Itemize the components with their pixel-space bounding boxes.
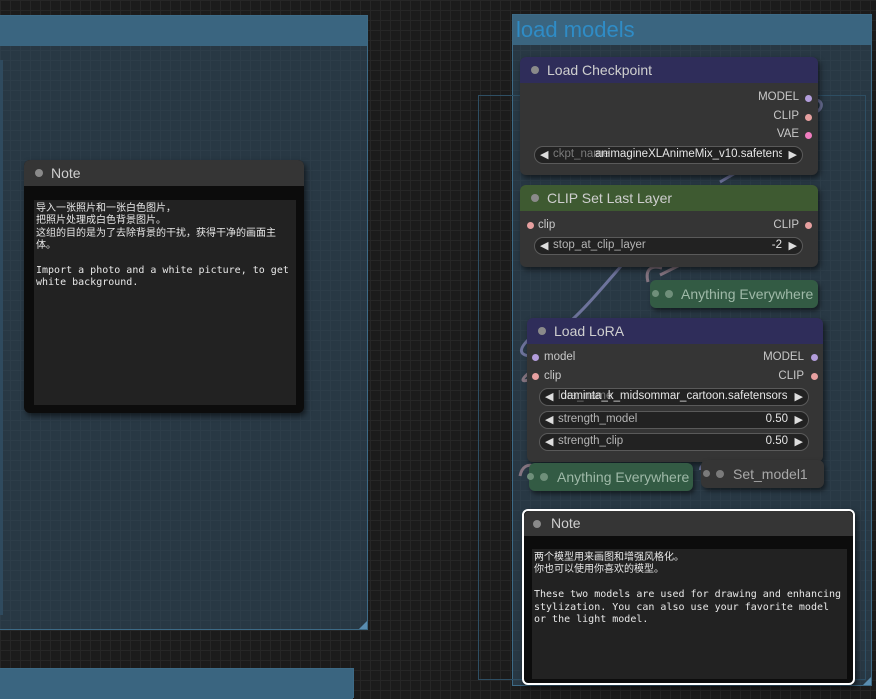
left-edge-strip bbox=[0, 60, 3, 615]
note-node-left[interactable]: Note 导入一张照片和一张白色图片， 把照片处理成白色背景图片。 这组的目的是… bbox=[24, 160, 304, 413]
input-model-label: model bbox=[544, 351, 576, 363]
collapse-dot-icon[interactable] bbox=[35, 169, 43, 177]
output-clip-label: CLIP bbox=[773, 110, 799, 122]
note-title: Note bbox=[551, 515, 581, 531]
increment-arrow-icon[interactable]: ▶ bbox=[795, 390, 803, 403]
output-clip-socket[interactable] bbox=[811, 373, 818, 380]
collapse-dot-icon[interactable] bbox=[716, 470, 724, 478]
clip-set-last-layer-header[interactable]: CLIP Set Last Layer bbox=[520, 185, 818, 211]
output-clip-label: CLIP bbox=[778, 370, 804, 382]
load-lora-header[interactable]: Load LoRA bbox=[527, 318, 823, 344]
note-title: Note bbox=[51, 165, 81, 181]
note-header[interactable]: Note bbox=[24, 160, 304, 186]
anything-everywhere-node-2[interactable]: Anything Everywhere bbox=[527, 463, 693, 491]
increment-arrow-icon[interactable]: ▶ bbox=[795, 413, 803, 426]
strength-clip-number[interactable]: ◀ strength_clip 0.50 ▶ bbox=[539, 433, 809, 451]
load-checkpoint-header[interactable]: Load Checkpoint bbox=[520, 57, 818, 83]
collapse-dot-icon[interactable] bbox=[540, 473, 548, 481]
input-clip-label: clip bbox=[538, 219, 556, 231]
input-socket[interactable] bbox=[652, 290, 659, 297]
anything-everywhere-node-1[interactable]: Anything Everywhere bbox=[650, 280, 818, 308]
strength-model-label: strength_model bbox=[558, 413, 638, 425]
output-clip-socket[interactable] bbox=[805, 222, 812, 229]
output-clip-socket[interactable] bbox=[805, 114, 812, 121]
node-title: Set_model1 bbox=[733, 466, 808, 482]
load-models-group-header[interactable]: load models bbox=[513, 15, 871, 45]
output-clip-label: CLIP bbox=[773, 219, 799, 231]
output-vae-label: VAE bbox=[776, 128, 799, 140]
clip-set-last-layer-node[interactable]: CLIP Set Last Layer clip CLIP ◀ stop_at_… bbox=[520, 185, 818, 267]
increment-arrow-icon[interactable]: ▶ bbox=[789, 148, 797, 161]
strength-model-value: 0.50 bbox=[765, 413, 788, 425]
increment-arrow-icon[interactable]: ▶ bbox=[795, 435, 803, 448]
left-group-resize-handle[interactable] bbox=[359, 621, 367, 629]
ckpt-name-combo[interactable]: ◀ ckpt_name animagineXLAnimeMix_v10.safe… bbox=[534, 146, 803, 164]
input-socket[interactable] bbox=[527, 473, 534, 480]
decrement-arrow-icon[interactable]: ◀ bbox=[540, 148, 548, 161]
increment-arrow-icon[interactable]: ▶ bbox=[789, 239, 797, 252]
strength-clip-value: 0.50 bbox=[765, 435, 788, 447]
collapse-dot-icon[interactable] bbox=[531, 194, 539, 202]
node-title: Anything Everywhere bbox=[557, 469, 690, 485]
output-model-label: MODEL bbox=[758, 91, 799, 103]
collapse-dot-icon[interactable] bbox=[665, 290, 673, 298]
ckpt-name-value: animagineXLAnimeMix_v10.safetensors bbox=[595, 148, 782, 160]
note-textarea[interactable]: 导入一张照片和一张白色图片， 把照片处理成白色背景图片。 这组的目的是为了去除背… bbox=[34, 200, 296, 405]
decrement-arrow-icon[interactable]: ◀ bbox=[545, 390, 553, 403]
node-title: Load Checkpoint bbox=[547, 62, 653, 78]
collapse-dot-icon[interactable] bbox=[533, 520, 541, 528]
output-vae-socket[interactable] bbox=[805, 132, 812, 139]
node-title: CLIP Set Last Layer bbox=[547, 190, 673, 206]
strength-model-number[interactable]: ◀ strength_model 0.50 ▶ bbox=[539, 411, 809, 429]
stop-at-clip-layer-value: -2 bbox=[771, 239, 782, 251]
strength-clip-label: strength_clip bbox=[558, 435, 624, 447]
input-model-socket[interactable] bbox=[532, 354, 539, 361]
input-socket[interactable] bbox=[703, 470, 710, 477]
input-clip-label: clip bbox=[544, 370, 562, 382]
bottom-group[interactable] bbox=[0, 668, 354, 699]
node-title: Anything Everywhere bbox=[681, 286, 814, 302]
note-header[interactable]: Note bbox=[524, 511, 853, 536]
stop-at-clip-layer-label: stop_at_clip_layer bbox=[553, 239, 646, 251]
load-lora-node[interactable]: Load LoRA model MODEL clip CLIP ◀ lora_n… bbox=[527, 318, 823, 462]
collapse-dot-icon[interactable] bbox=[531, 66, 539, 74]
decrement-arrow-icon[interactable]: ◀ bbox=[540, 239, 548, 252]
output-model-socket[interactable] bbox=[805, 95, 812, 102]
lora-name-combo[interactable]: ◀ lora_name daminta_k_midsommar_cartoon.… bbox=[539, 388, 809, 406]
set-model-node[interactable]: Set_model1 bbox=[701, 460, 824, 488]
note-node-right[interactable]: Note 两个模型用来画图和增强风格化。 你也可以使用你喜欢的模型。 These… bbox=[522, 509, 855, 685]
note-textarea[interactable]: 两个模型用来画图和增强风格化。 你也可以使用你喜欢的模型。 These two … bbox=[532, 549, 847, 679]
stop-at-clip-layer-number[interactable]: ◀ stop_at_clip_layer -2 ▶ bbox=[534, 237, 803, 255]
lora-name-value: daminta_k_midsommar_cartoon.safetensors bbox=[560, 390, 788, 402]
decrement-arrow-icon[interactable]: ◀ bbox=[545, 413, 553, 426]
node-title: Load LoRA bbox=[554, 323, 625, 339]
collapse-dot-icon[interactable] bbox=[538, 327, 546, 335]
left-group-header[interactable] bbox=[0, 16, 367, 46]
group-title: load models bbox=[516, 17, 635, 42]
output-model-label: MODEL bbox=[763, 351, 804, 363]
load-checkpoint-node[interactable]: Load Checkpoint MODEL CLIP VAE ◀ ckpt_na… bbox=[520, 57, 818, 175]
bottom-group-header[interactable] bbox=[0, 669, 353, 699]
output-model-socket[interactable] bbox=[811, 354, 818, 361]
decrement-arrow-icon[interactable]: ◀ bbox=[545, 435, 553, 448]
input-clip-socket[interactable] bbox=[527, 222, 534, 229]
input-clip-socket[interactable] bbox=[532, 373, 539, 380]
